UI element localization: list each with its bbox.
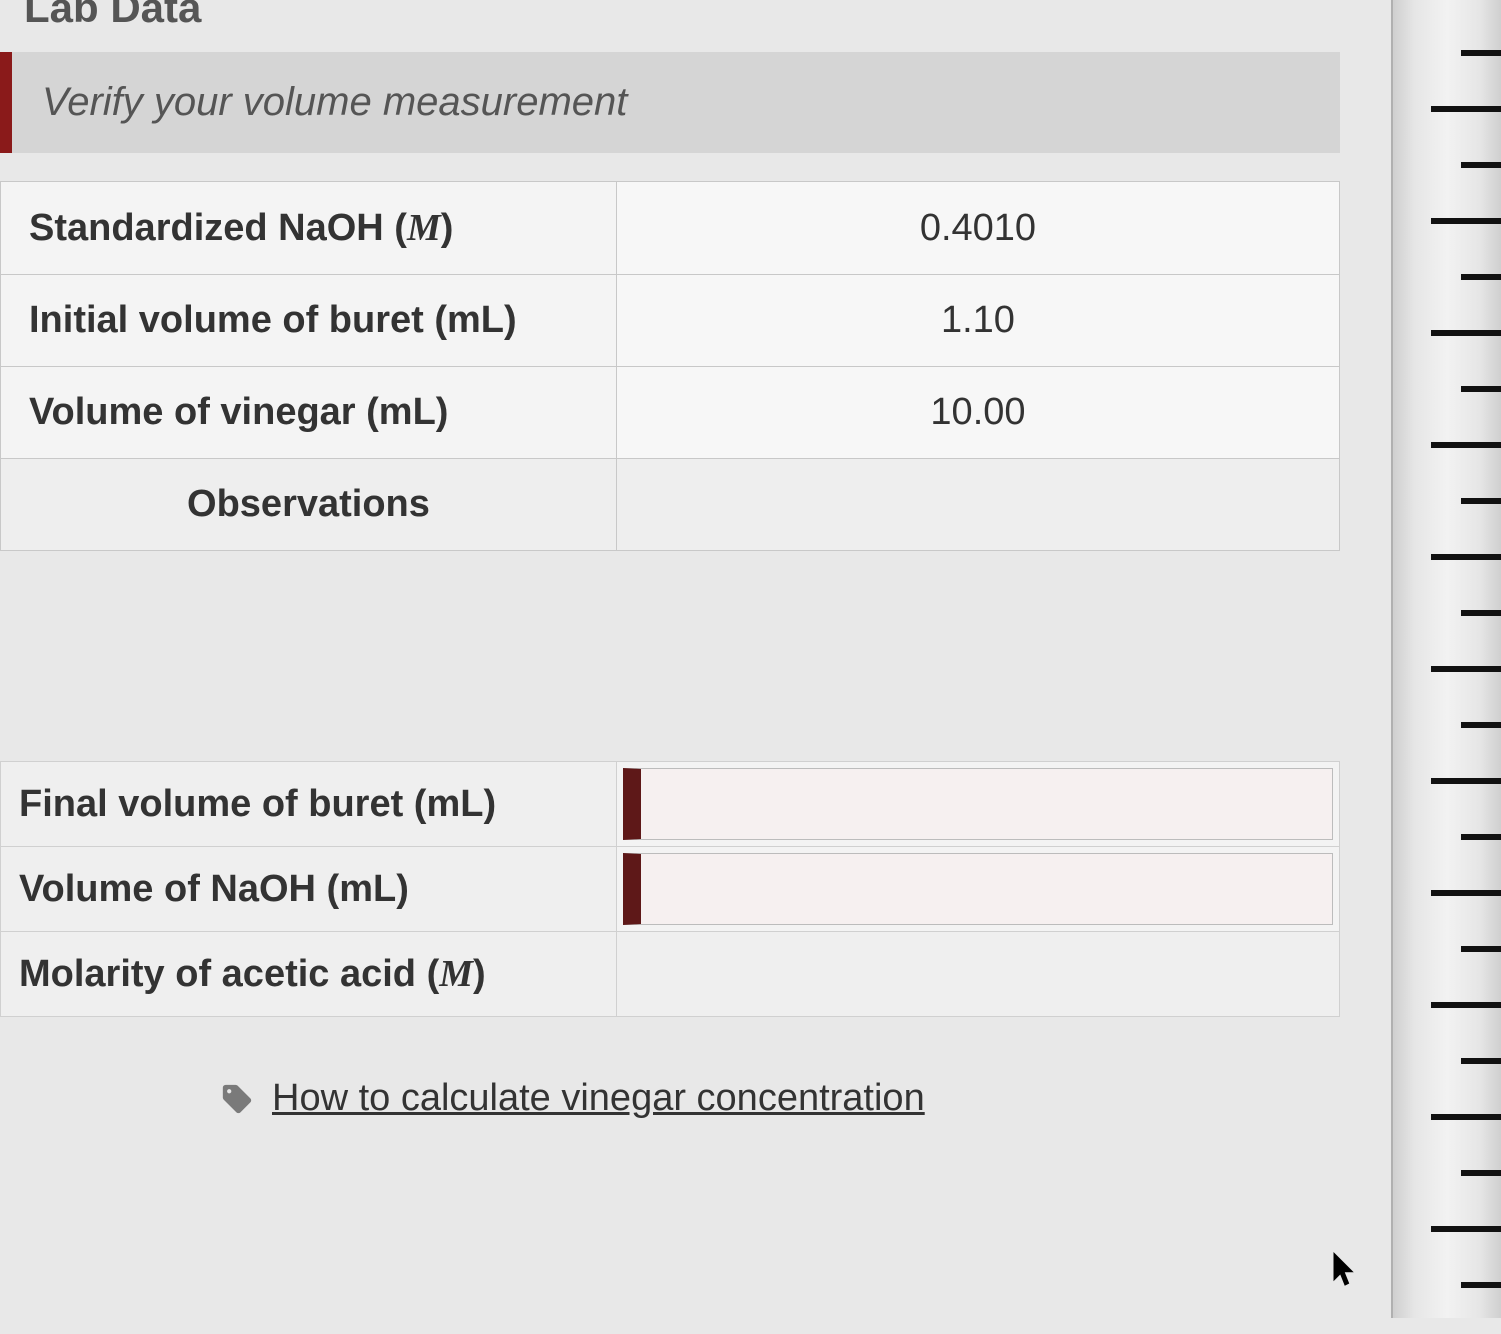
- ruler-tick: [1461, 498, 1501, 504]
- alert-banner-text: Verify your volume measurement: [42, 80, 1310, 125]
- row-blank-acetic-molarity: [616, 932, 1339, 1017]
- ruler-tick: [1461, 50, 1501, 56]
- tag-icon: [220, 1082, 254, 1116]
- ruler-tick: [1461, 1282, 1501, 1288]
- ruler-tick: [1431, 1114, 1501, 1120]
- alert-banner: Verify your volume measurement: [0, 52, 1340, 153]
- observations-header-label: Observations: [1, 459, 617, 551]
- row-label-naoh-volume: Volume of NaOH (mL): [1, 847, 617, 932]
- ruler-tick: [1431, 442, 1501, 448]
- ruler-tick: [1461, 610, 1501, 616]
- ruler-tick: [1431, 554, 1501, 560]
- ruler-tick: [1461, 1170, 1501, 1176]
- ruler-tick: [1431, 890, 1501, 896]
- row-input-cell-final-volume: [616, 762, 1339, 847]
- given-data-table: Standardized NaOH (M) 0.4010 Initial vol…: [0, 181, 1340, 551]
- ruler-tick: [1431, 106, 1501, 112]
- ruler-tick: [1461, 162, 1501, 168]
- row-label-vinegar-volume: Volume of vinegar (mL): [1, 367, 617, 459]
- row-value-vinegar-volume: 10.00: [616, 367, 1339, 459]
- row-value-naoh-molarity: 0.4010: [616, 182, 1339, 275]
- help-row: How to calculate vinegar concentration: [0, 1017, 1340, 1120]
- ruler-tick: [1461, 274, 1501, 280]
- ruler-tick: [1461, 386, 1501, 392]
- page-title: Lab Data: [0, 0, 1340, 52]
- table-row: Standardized NaOH (M) 0.4010: [1, 182, 1340, 275]
- table-row: Volume of NaOH (mL): [1, 847, 1340, 932]
- row-label-initial-volume: Initial volume of buret (mL): [1, 275, 617, 367]
- ruler-tick: [1461, 1058, 1501, 1064]
- ruler-tick: [1431, 218, 1501, 224]
- entry-table: Final volume of buret (mL) Volume of NaO…: [0, 761, 1340, 1017]
- ruler-tick: [1461, 834, 1501, 840]
- table-row: Final volume of buret (mL): [1, 762, 1340, 847]
- ruler-tick: [1461, 722, 1501, 728]
- ruler-tick: [1431, 1226, 1501, 1232]
- naoh-volume-input[interactable]: [623, 853, 1333, 925]
- observations-header-row: Observations: [1, 459, 1340, 551]
- ruler-tick: [1431, 1002, 1501, 1008]
- observations-header-blank: [616, 459, 1339, 551]
- ruler-tick: [1431, 330, 1501, 336]
- ruler-tick: [1431, 666, 1501, 672]
- help-link-concentration[interactable]: How to calculate vinegar concentration: [272, 1077, 925, 1120]
- table-row: Volume of vinegar (mL) 10.00: [1, 367, 1340, 459]
- ruler-scale: [1391, 0, 1501, 1318]
- table-row: Initial volume of buret (mL) 1.10: [1, 275, 1340, 367]
- final-volume-input[interactable]: [623, 768, 1333, 840]
- table-row: Molarity of acetic acid (M): [1, 932, 1340, 1017]
- spacer: [0, 561, 1340, 761]
- mouse-cursor-icon: [1333, 1252, 1361, 1288]
- row-label-acetic-molarity: Molarity of acetic acid (M): [1, 932, 617, 1017]
- row-label-final-volume: Final volume of buret (mL): [1, 762, 617, 847]
- row-label-naoh-molarity: Standardized NaOH (M): [1, 182, 617, 275]
- ruler-tick: [1461, 946, 1501, 952]
- row-value-initial-volume: 1.10: [616, 275, 1339, 367]
- ruler-tick: [1431, 778, 1501, 784]
- row-input-cell-naoh-volume: [616, 847, 1339, 932]
